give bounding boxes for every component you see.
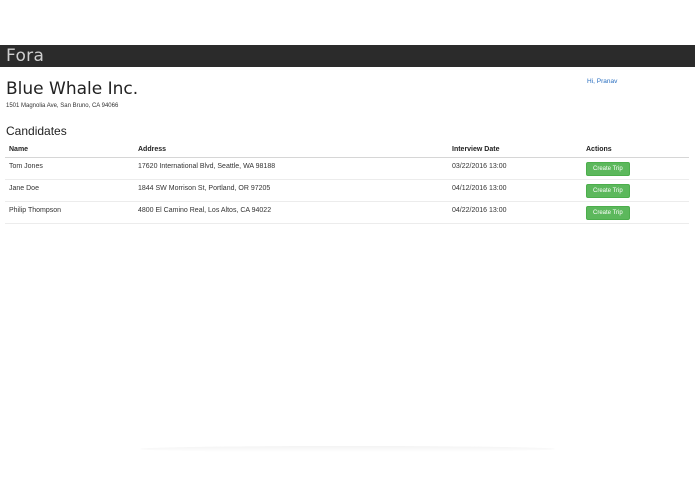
candidate-actions: Create Trip	[582, 179, 689, 202]
column-header-actions: Actions	[582, 141, 689, 158]
candidate-actions: Create Trip	[582, 157, 689, 180]
column-header-name: Name	[5, 141, 134, 158]
company-address: 1501 Magnolia Ave, San Bruno, CA 94066	[6, 103, 119, 109]
table-row: Tom Jones 17620 International Blvd, Seat…	[5, 157, 689, 180]
candidates-table: Name Address Interview Date Actions Tom …	[5, 141, 689, 224]
table-row: Philip Thompson 4800 El Camino Real, Los…	[5, 201, 689, 224]
create-trip-button[interactable]: Create Trip	[586, 162, 630, 176]
user-greeting-link[interactable]: Hi, Pranav	[587, 78, 617, 85]
create-trip-button[interactable]: Create Trip	[586, 206, 630, 220]
brand-logo[interactable]: Fora	[6, 46, 44, 66]
candidate-name: Jane Doe	[5, 179, 134, 202]
column-header-address: Address	[134, 141, 448, 158]
candidate-interview-date: 04/22/2016 13:00	[448, 201, 582, 224]
company-name: Blue Whale Inc.	[6, 79, 139, 99]
candidates-heading: Candidates	[6, 124, 67, 138]
table-row: Jane Doe 1844 SW Morrison St, Portland, …	[5, 179, 689, 202]
candidate-name: Tom Jones	[5, 157, 134, 180]
candidate-address: 4800 El Camino Real, Los Altos, CA 94022	[134, 201, 448, 224]
table-header-row: Name Address Interview Date Actions	[5, 141, 689, 158]
candidate-name: Philip Thompson	[5, 201, 134, 224]
top-navbar: Fora	[0, 45, 695, 67]
candidate-address: 17620 International Blvd, Seattle, WA 98…	[134, 157, 448, 180]
candidate-interview-date: 04/12/2016 13:00	[448, 179, 582, 202]
create-trip-button[interactable]: Create Trip	[586, 184, 630, 198]
candidate-actions: Create Trip	[582, 201, 689, 224]
column-header-interview-date: Interview Date	[448, 141, 582, 158]
candidate-address: 1844 SW Morrison St, Portland, OR 97205	[134, 179, 448, 202]
window-bottom-shadow	[140, 446, 555, 452]
candidate-interview-date: 03/22/2016 13:00	[448, 157, 582, 180]
